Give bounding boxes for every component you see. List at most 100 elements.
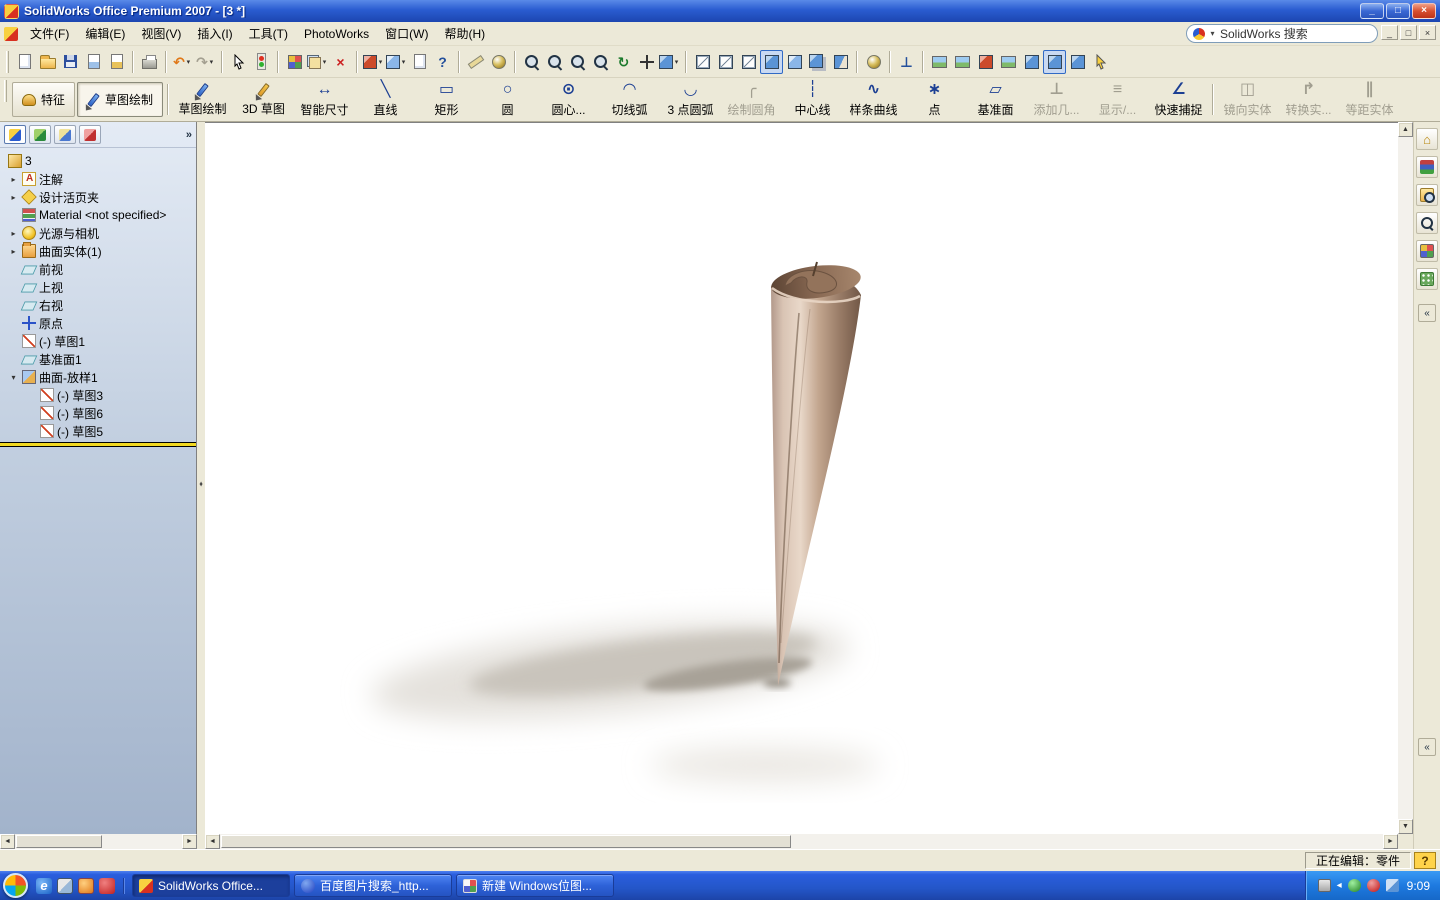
scroll-right-button[interactable]: ►: [1383, 834, 1398, 849]
new-document-button[interactable]: [13, 50, 36, 74]
menu-photoworks[interactable]: PhotoWorks: [296, 24, 377, 44]
internet-explorer-icon[interactable]: e: [36, 878, 52, 894]
expander-icon[interactable]: ▸: [8, 229, 19, 238]
standard-views-button[interactable]: ▾: [658, 50, 681, 74]
doc-minimize-button[interactable]: _: [1381, 25, 1398, 40]
design-library-button[interactable]: [1416, 156, 1438, 178]
antivirus-icon[interactable]: [1348, 879, 1361, 892]
search-dropdown-icon[interactable]: ▾: [1209, 29, 1216, 38]
shaded-with-edges-button[interactable]: [760, 50, 783, 74]
photoworks-area-render-button[interactable]: [951, 50, 974, 74]
cmd-convert-entities-button[interactable]: ↱转换实...: [1278, 80, 1339, 119]
file-explorer-button[interactable]: [1416, 184, 1438, 206]
menu-help[interactable]: 帮助(H): [436, 22, 493, 45]
normal-to-button[interactable]: ⊥: [895, 50, 918, 74]
scroll-left-button[interactable]: ◄: [0, 834, 15, 849]
rebuild-button[interactable]: [250, 50, 273, 74]
viewport-vertical-scrollbar[interactable]: ▲ ▼: [1398, 122, 1413, 834]
zoom-to-area-button[interactable]: [543, 50, 566, 74]
tree-item-origin[interactable]: 原点: [0, 314, 196, 332]
collapse-taskpane-top-button[interactable]: «: [1418, 304, 1436, 322]
expander-icon[interactable]: ▸: [8, 193, 19, 202]
show-desktop-icon[interactable]: [57, 878, 73, 894]
menu-view[interactable]: 视图(V): [133, 22, 189, 45]
edit-color-button[interactable]: ▾: [362, 50, 385, 74]
task-baidu-images[interactable]: 百度图片搜索_http...: [294, 874, 452, 897]
delete-entities-button[interactable]: ×: [329, 50, 352, 74]
color-swatch-button[interactable]: [283, 50, 306, 74]
layer-properties-button[interactable]: ▾: [306, 50, 329, 74]
task-bitmap[interactable]: 新建 Windows位图...: [456, 874, 614, 897]
cmd-perimeter-circle-button[interactable]: ⊙圆心...: [538, 80, 599, 119]
tab-features[interactable]: 特征: [12, 82, 75, 117]
menu-edit[interactable]: 编辑(E): [77, 22, 133, 45]
rotate-view-button[interactable]: ↻: [612, 50, 635, 74]
help-button[interactable]: ?: [431, 50, 454, 74]
cmd-sketch-button[interactable]: 草图绘制: [172, 80, 233, 119]
tree-item-right-plane[interactable]: 右视: [0, 296, 196, 314]
tree-item-front-plane[interactable]: 前视: [0, 260, 196, 278]
tree-horizontal-scrollbar[interactable]: ◄ ►: [0, 834, 197, 849]
tree-item-sketch5[interactable]: (-) 草图5: [0, 422, 196, 440]
security-alert-icon[interactable]: [1367, 879, 1380, 892]
toolbar-grip[interactable]: [4, 80, 7, 102]
view-settings-b-button[interactable]: [1043, 50, 1066, 74]
wireframe-button[interactable]: [691, 50, 714, 74]
photoworks-options-button[interactable]: [974, 50, 997, 74]
menu-tools[interactable]: 工具(T): [241, 22, 296, 45]
mass-properties-button[interactable]: [487, 50, 510, 74]
view-settings-a-button[interactable]: [1020, 50, 1043, 74]
expander-icon[interactable]: ▸: [8, 175, 19, 184]
rollback-bar[interactable]: [0, 442, 196, 447]
cmd-mirror-entities-button[interactable]: ◫镜向实体: [1217, 80, 1278, 119]
cmd-plane-button[interactable]: ▱基准面: [965, 80, 1026, 119]
measure-button[interactable]: [464, 50, 487, 74]
open-button[interactable]: [36, 50, 59, 74]
texture-dropdown-icon[interactable]: ▾: [400, 58, 407, 66]
configurationmanager-tab[interactable]: [54, 125, 76, 144]
dimension-pen-button[interactable]: [1089, 50, 1112, 74]
cmd-offset-entities-button[interactable]: ∥等距实体: [1339, 80, 1400, 119]
cmd-smart-dimension-button[interactable]: ↔智能尺寸: [294, 80, 355, 119]
zoom-in-out-button[interactable]: [566, 50, 589, 74]
panel-chevron-button[interactable]: »: [186, 129, 192, 141]
cmd-tangent-arc-button[interactable]: ◠切线弧: [599, 80, 660, 119]
tree-item-part-root[interactable]: 3: [0, 152, 196, 170]
tree-item-surface-loft1[interactable]: ▾曲面-放样1: [0, 368, 196, 386]
cmd-point-button[interactable]: ∗点: [904, 80, 965, 119]
tree-item-design-binder[interactable]: ▸设计活页夹: [0, 188, 196, 206]
restore-button[interactable]: □: [1386, 3, 1410, 19]
shaded-button[interactable]: [783, 50, 806, 74]
cmd-add-relation-button[interactable]: ⊥添加几...: [1026, 80, 1087, 119]
photoworks-render-button[interactable]: [928, 50, 951, 74]
expander-icon[interactable]: ▸: [8, 247, 19, 256]
thirdparty-tab[interactable]: [79, 125, 101, 144]
cmd-line-button[interactable]: ╲直线: [355, 80, 416, 119]
undo-button[interactable]: ↶▾: [171, 50, 194, 74]
hidden-lines-removed-button[interactable]: [737, 50, 760, 74]
tree-item-surface-bodies[interactable]: ▸曲面实体(1): [0, 242, 196, 260]
tree-splitter[interactable]: ◂▸: [197, 122, 205, 849]
tree-item-top-plane[interactable]: 上视: [0, 278, 196, 296]
texture-button[interactable]: ▾: [385, 50, 408, 74]
standard-views-dropdown-icon[interactable]: ▾: [673, 58, 680, 66]
make-drawing-button[interactable]: [82, 50, 105, 74]
pan-button[interactable]: [635, 50, 658, 74]
cmd-quick-snaps-button[interactable]: ∠快速捕捉: [1148, 80, 1209, 119]
scene-editor-button[interactable]: [997, 50, 1020, 74]
task-solidworks[interactable]: SolidWorks Office...: [132, 874, 290, 897]
cmd-sketch-fillet-button[interactable]: ╭绘制圆角: [721, 80, 782, 119]
search-button[interactable]: [1416, 212, 1438, 234]
edit-color-dropdown-icon[interactable]: ▾: [377, 58, 384, 66]
toolbar-grip[interactable]: [6, 51, 9, 73]
tab-sketch[interactable]: 草图绘制: [77, 82, 163, 117]
cmd-display-relations-button[interactable]: ≡显示/...: [1087, 80, 1148, 119]
cmd-three-point-arc-button[interactable]: ◡3 点圆弧: [660, 80, 721, 119]
menu-file[interactable]: 文件(F): [22, 22, 77, 45]
scrollbar-thumb[interactable]: [16, 835, 102, 848]
save-button[interactable]: [59, 50, 82, 74]
cmd-rectangle-button[interactable]: ▭矩形: [416, 80, 477, 119]
zoom-to-fit-button[interactable]: [520, 50, 543, 74]
scroll-up-button[interactable]: ▲: [1398, 122, 1413, 137]
document-properties-button[interactable]: [408, 50, 431, 74]
